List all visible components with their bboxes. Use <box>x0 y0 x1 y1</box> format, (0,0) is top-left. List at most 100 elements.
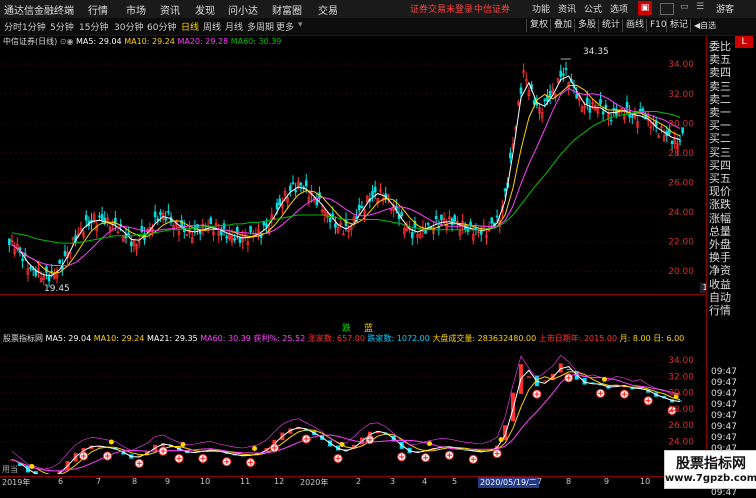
menu-gongshi[interactable]: 公式 <box>584 2 602 15</box>
main-price-chart[interactable]: 20.00 22.00 24.00 26.00 28.00 30.00 32.00 34.00… <box>0 36 706 294</box>
chevron-down-icon[interactable]: ▾ <box>298 20 303 30</box>
period-toolbar: 分时 1分钟 5分钟 15分钟 30分钟 60分钟 日线 周线 月线 多周期 更… <box>0 18 756 36</box>
candle-body <box>548 91 552 98</box>
sell-signal-dot <box>180 441 186 447</box>
ma5-line <box>11 75 681 277</box>
candle-body <box>299 182 303 186</box>
L-badge[interactable]: L <box>735 36 753 48</box>
diejia-button[interactable]: 叠加 <box>550 19 575 32</box>
sell-signal-dot <box>601 376 607 382</box>
candle-body <box>164 218 168 221</box>
sub-y-tick-label: 28.00 <box>668 405 694 415</box>
candle-body <box>373 186 377 193</box>
y-tick-label: 26.00 <box>668 178 694 188</box>
menu-zixun[interactable]: 资讯 <box>160 2 180 17</box>
minimize-icon[interactable]: ▭ <box>680 2 689 12</box>
period-multi[interactable]: 多周期 <box>247 20 274 33</box>
period-60min[interactable]: 60分钟 <box>147 20 176 33</box>
candle-body <box>233 238 236 241</box>
huaxian-button[interactable]: 画线 <box>622 19 647 32</box>
date-label: 7 <box>96 477 102 486</box>
date-label: 10 <box>200 477 211 486</box>
candle-body <box>140 225 144 233</box>
menu-hangqing[interactable]: 行情 <box>88 2 108 17</box>
date-label: 4 <box>422 477 428 486</box>
menu-shichang[interactable]: 市场 <box>126 2 146 17</box>
candle-body <box>357 204 361 211</box>
y-tick-label: 28.00 <box>668 149 694 159</box>
panel-divider <box>0 294 706 295</box>
fuquan-button[interactable]: 复权 <box>526 19 551 32</box>
menu-jiaoyi[interactable]: 交易 <box>318 2 338 17</box>
main-gridlines <box>0 63 696 272</box>
broker-icon[interactable]: ▣ <box>638 1 652 15</box>
date-label: 8 <box>132 477 138 486</box>
date-label: 2020年 <box>300 478 329 487</box>
candle-body <box>612 108 616 110</box>
duogu-button[interactable]: 多股 <box>574 19 599 32</box>
date-label: 2019年 <box>2 478 31 487</box>
tick-time: 09:47 <box>711 389 737 399</box>
candle-body <box>209 217 213 225</box>
menu-faxian[interactable]: 发现 <box>195 2 215 17</box>
tick-time: 09:47 <box>711 411 737 421</box>
period-15min[interactable]: 15分钟 <box>79 20 108 33</box>
candle-body <box>575 93 578 99</box>
period-daily[interactable]: 日线 <box>181 20 199 33</box>
period-fenshi[interactable]: 分时 <box>4 20 22 33</box>
sell-signal-dot <box>29 463 35 469</box>
zixuan-button[interactable]: ◀自选 <box>690 19 719 32</box>
candle-body <box>334 223 337 228</box>
sub-y-tick-label: 26.00 <box>668 421 694 431</box>
candle-body <box>304 180 308 187</box>
period-monthly[interactable]: 月线 <box>225 20 243 33</box>
title-bar: 通达信金融终端 行情 市场 资讯 发现 问小达 财富圈 交易 证券交易未登录 中… <box>0 0 756 19</box>
candlesticks <box>8 61 684 288</box>
y-tick-label: 30.00 <box>668 119 694 129</box>
tick-time: 09:47 <box>711 400 737 410</box>
candle-body <box>8 238 11 245</box>
watermark-url: www.7gpzb.com <box>665 473 756 484</box>
candle-body <box>631 115 634 118</box>
candle-body <box>426 223 430 225</box>
period-1min[interactable]: 1分钟 <box>22 20 46 33</box>
menu-caifuquan[interactable]: 财富圈 <box>272 2 302 17</box>
period-more[interactable]: 更多 <box>276 20 294 33</box>
candle-body <box>21 258 24 262</box>
menu-zixun-right[interactable]: 资讯 <box>558 2 576 15</box>
candle-body <box>249 225 252 233</box>
main-price-axis: 20.00 22.00 24.00 26.00 28.00 30.00 32.00 34.00 <box>668 60 694 277</box>
date-label: 3 <box>390 477 396 486</box>
sub-left-label: 用当 <box>2 465 18 474</box>
candle-body <box>599 99 602 105</box>
menu-xuanxiang[interactable]: 选项 <box>610 2 628 15</box>
skin-icon[interactable] <box>660 3 674 15</box>
candle-body <box>291 182 295 185</box>
candle-body <box>440 214 443 220</box>
period-30min[interactable]: 30分钟 <box>114 20 143 33</box>
candle-body <box>360 205 364 208</box>
period-5min[interactable]: 5分钟 <box>50 20 74 33</box>
guest-label[interactable]: 游客 <box>716 2 734 15</box>
candle-body <box>275 202 279 210</box>
tongji-button[interactable]: 统计 <box>598 19 623 32</box>
candle-body <box>50 270 54 273</box>
indicator-bar <box>511 392 516 422</box>
settings-icon[interactable]: ☰ <box>696 2 704 12</box>
biaoji-button[interactable]: 标记 <box>666 19 691 32</box>
candle-body <box>238 237 242 243</box>
quote-panel: L 委比 卖五 卖四 卖三 卖二 卖一 买一 买二 买三 买四 买五 现价 涨跌 涨幅 总量 外盘 换手 净资 收益… <box>706 36 756 498</box>
candle-body <box>410 231 414 239</box>
y-tick-label: 34.00 <box>668 60 694 70</box>
menu-wenxiaoda[interactable]: 问小达 <box>228 2 258 17</box>
tick-time: 09:47 <box>711 378 737 388</box>
tick-time: 09:47 <box>711 367 737 377</box>
menu-gongneng[interactable]: 功能 <box>532 2 550 15</box>
period-weekly[interactable]: 周线 <box>203 20 221 33</box>
candle-body <box>29 267 32 269</box>
candle-body <box>601 111 605 115</box>
tick-time: 09:47 <box>711 433 737 443</box>
login-warning[interactable]: 证券交易未登录 <box>410 2 473 15</box>
watermark-name: 股票指标网 <box>676 456 746 472</box>
indicator-chart[interactable]: 22.0024.0026.0028.0030.0032.0034.00 <box>0 334 706 474</box>
